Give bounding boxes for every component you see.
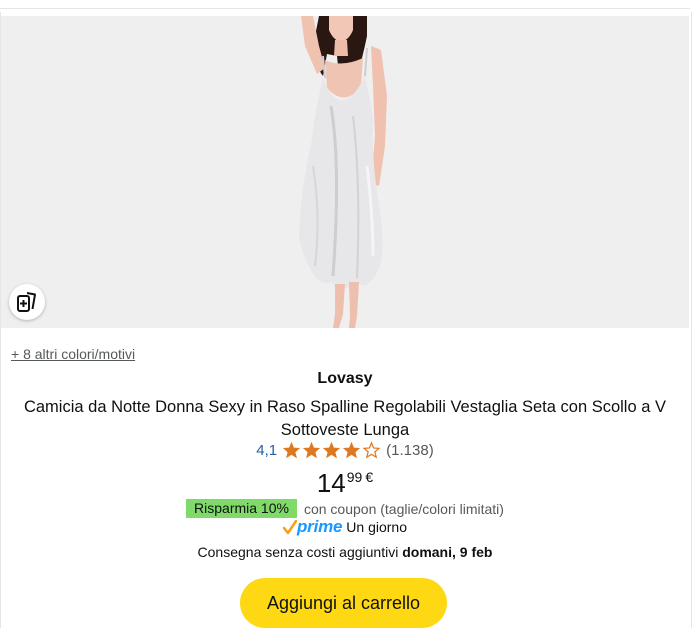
coupon-text: con coupon (taglie/colori limitati) bbox=[303, 500, 504, 517]
prime-row: prime Un giorno bbox=[0, 517, 690, 537]
product-title[interactable]: Camicia da Notte Donna Sexy in Raso Spal… bbox=[10, 396, 680, 442]
price: 14 99 € bbox=[0, 468, 690, 498]
price-whole: 14 bbox=[316, 468, 346, 498]
delivery-prefix: Consegna senza costi aggiuntivi bbox=[197, 544, 399, 560]
product-image[interactable] bbox=[1, 16, 689, 328]
star-full-icon bbox=[303, 441, 321, 459]
star-full-icon bbox=[343, 441, 361, 459]
prime-logo: prime bbox=[283, 517, 342, 537]
prime-delivery-speed: Un giorno bbox=[346, 519, 407, 535]
delivery-info: Consegna senza costi aggiuntivi domani, … bbox=[0, 544, 690, 560]
price-fraction: 99 bbox=[346, 469, 363, 485]
prime-word: prime bbox=[297, 517, 343, 536]
price-currency: € bbox=[365, 469, 374, 485]
delivery-date: domani, 9 feb bbox=[402, 544, 493, 560]
product-brand: Lovasy bbox=[317, 370, 373, 387]
more-colors-link[interactable]: + 8 altri colori/motivi bbox=[11, 346, 135, 362]
star-rating[interactable] bbox=[282, 441, 381, 459]
previous-card-edge bbox=[0, 0, 690, 9]
rating-row[interactable]: 4,1 (1.138) bbox=[0, 441, 690, 459]
compare-button[interactable] bbox=[9, 284, 45, 320]
compare-cards-icon bbox=[17, 292, 36, 312]
star-full-icon bbox=[323, 441, 341, 459]
coupon-row: Risparmia 10% con coupon (taglie/colori … bbox=[0, 499, 690, 518]
coupon-badge: Risparmia 10% bbox=[186, 499, 297, 518]
star-full-icon bbox=[283, 441, 301, 459]
star-empty-icon bbox=[362, 441, 381, 459]
product-photo bbox=[299, 16, 387, 328]
add-to-cart-button[interactable]: Aggiungi al carrello bbox=[240, 578, 447, 628]
rating-value[interactable]: 4,1 bbox=[256, 442, 277, 459]
review-count[interactable]: (1.138) bbox=[386, 442, 434, 459]
prime-check-icon bbox=[283, 519, 297, 534]
